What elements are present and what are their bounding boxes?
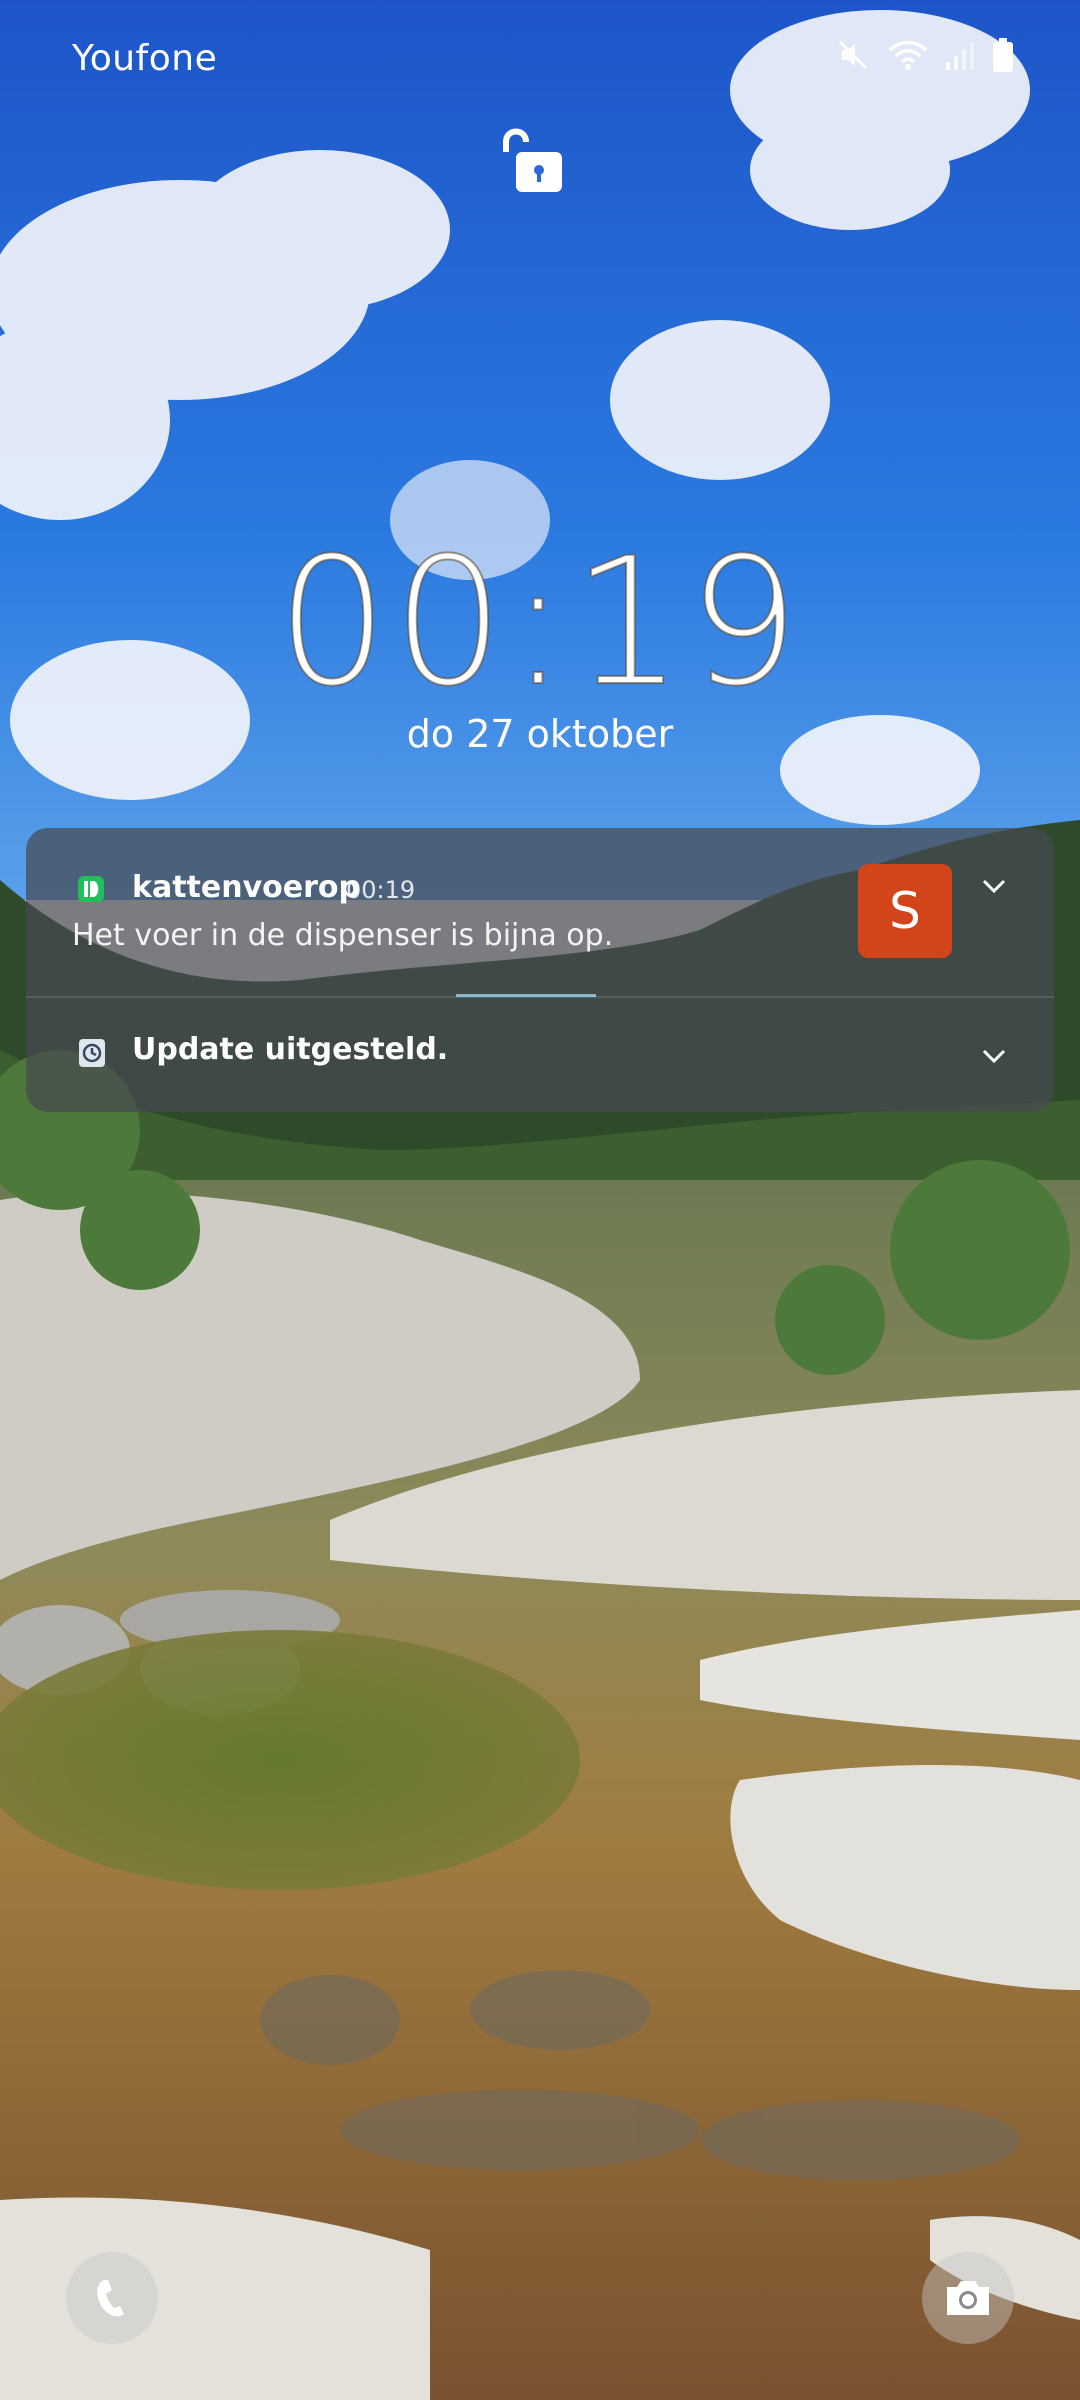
mute-icon xyxy=(838,40,868,70)
kattenvoerop-app-icon xyxy=(78,876,104,902)
status-bar: Youfone xyxy=(0,0,1080,120)
notification-kattenvoerop[interactable]: kattenvoerop 00:19 Het voer in de dispen… xyxy=(26,828,1054,996)
signal-icon xyxy=(946,42,974,70)
chevron-down-icon[interactable] xyxy=(976,868,1012,904)
notification-time: 00:19 xyxy=(346,876,416,904)
phone-shortcut-button[interactable] xyxy=(66,2252,158,2344)
avatar-letter: S xyxy=(889,882,921,940)
notification-update-postponed[interactable]: Update uitgesteld. xyxy=(26,998,1054,1112)
chevron-down-icon[interactable] xyxy=(976,1038,1012,1074)
phone-icon xyxy=(97,2280,124,2317)
notification-body: Het voer in de dispenser is bijna op. xyxy=(72,918,614,953)
lockscreen-clock: 00:19 xyxy=(275,519,804,726)
wifi-icon xyxy=(888,40,928,70)
sender-avatar: S xyxy=(858,864,952,958)
notification-app-name: kattenvoerop xyxy=(132,870,360,905)
camera-icon xyxy=(947,2281,989,2315)
lockscreen-date: do 27 oktober xyxy=(406,712,674,756)
carrier-name: Youfone xyxy=(72,38,218,79)
clock-icon xyxy=(79,1039,105,1067)
battery-icon xyxy=(993,38,1013,72)
wallpaper xyxy=(0,0,1080,2400)
notification-panel: kattenvoerop 00:19 Het voer in de dispen… xyxy=(26,828,1054,1112)
notification-title: Update uitgesteld. xyxy=(132,1032,449,1067)
camera-shortcut-button[interactable] xyxy=(922,2252,1014,2344)
unlock-icon[interactable] xyxy=(496,122,566,196)
status-icons xyxy=(836,38,1014,72)
